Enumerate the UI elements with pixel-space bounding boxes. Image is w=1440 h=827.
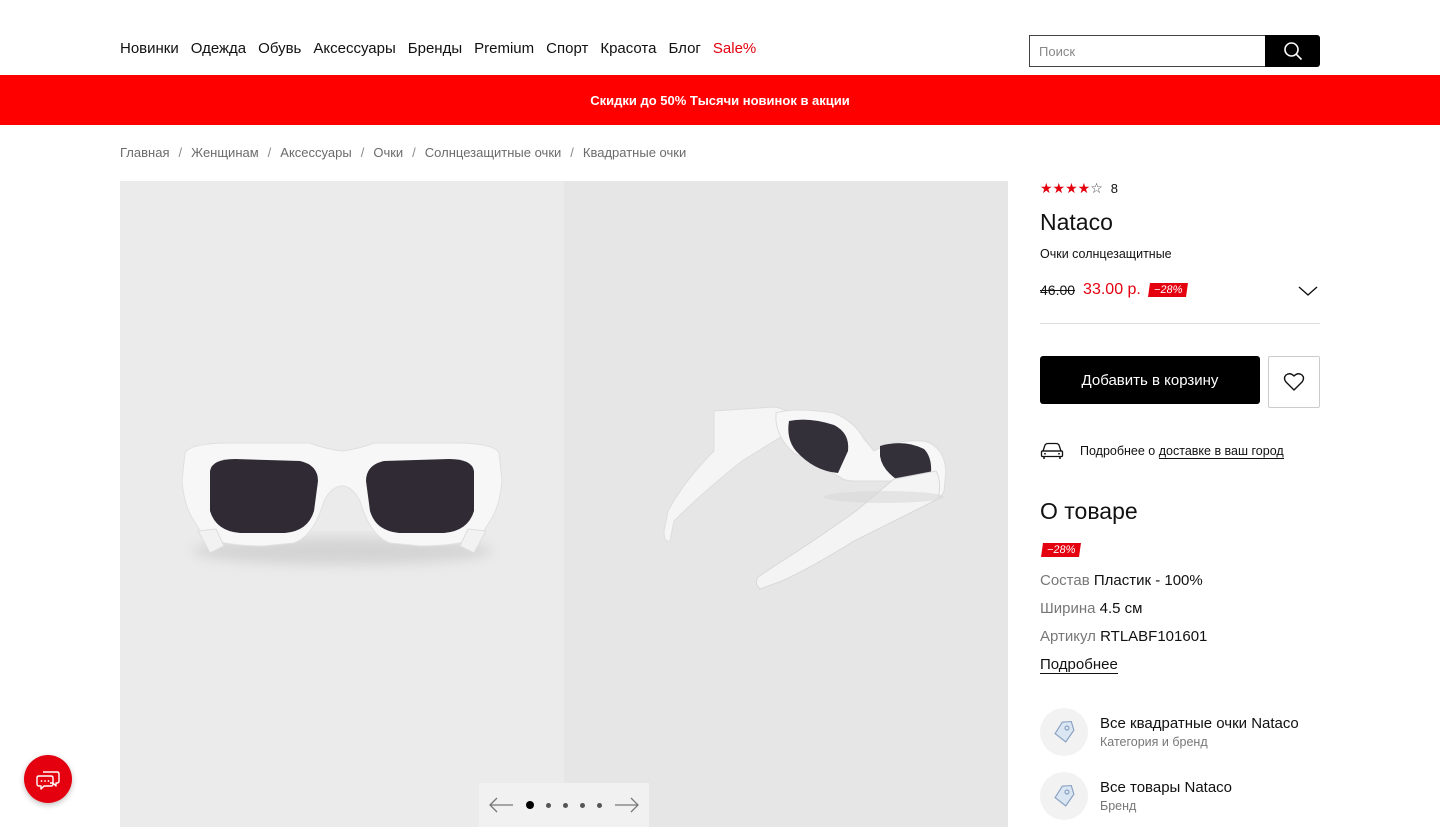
add-to-cart-button[interactable]: Добавить в корзину (1040, 356, 1260, 404)
breadcrumb-separator: / (412, 145, 416, 160)
delivery-info: Подробнее о доставке в ваш город (1040, 442, 1284, 460)
main-nav: Новинки Одежда Обувь Аксессуары Бренды P… (120, 40, 756, 57)
breadcrumb: Главная / Женщинам / Аксессуары / Очки /… (120, 145, 686, 160)
attribute-width: Ширина 4.5 см (1040, 600, 1143, 617)
nav-item-sport[interactable]: Спорт (546, 40, 588, 57)
chat-button[interactable] (24, 755, 72, 803)
discount-badge: −28% (1147, 283, 1189, 297)
nav-item-brands[interactable]: Бренды (408, 40, 462, 57)
delivery-link[interactable]: доставке в ваш город (1158, 444, 1284, 459)
nav-item-blog[interactable]: Блог (668, 40, 700, 57)
delivery-text: Подробнее о доставке в ваш город (1080, 444, 1284, 459)
chat-icon (36, 771, 60, 790)
gallery-dot[interactable] (580, 802, 585, 808)
arrow-left-icon (489, 797, 513, 813)
breadcrumb-separator: / (570, 145, 574, 160)
product-photo-front[interactable] (120, 181, 564, 827)
related-text: Все товары Nataco Бренд (1100, 779, 1232, 813)
divider (1040, 323, 1320, 324)
product-prices: 46.00 33.00 р. −28% (1040, 281, 1189, 299)
promo-banner[interactable]: Скидки до 50% Тысячи новинок в акции (0, 75, 1440, 125)
gallery-dot[interactable] (546, 802, 551, 808)
attribute-value: Пластик - 100% (1093, 572, 1203, 589)
product-photo-side[interactable] (564, 181, 1008, 827)
breadcrumb-separator: / (360, 145, 365, 160)
attribute-value: RTLABF101601 (1100, 628, 1208, 645)
old-price: 46.00 (1040, 282, 1076, 298)
price-details-toggle[interactable] (1297, 284, 1319, 303)
breadcrumb-separator: / (178, 145, 183, 160)
attribute-value: 4.5 см (1099, 600, 1143, 617)
favorite-button[interactable] (1268, 356, 1320, 408)
nav-item-beauty[interactable]: Красота (600, 40, 656, 57)
about-title: О товаре (1040, 498, 1138, 524)
related-subtitle: Категория и бренд (1100, 735, 1208, 749)
product-rating[interactable]: ★★★★☆ 8 (1040, 180, 1118, 197)
gallery-dot[interactable] (597, 802, 602, 808)
site-header: Новинки Одежда Обувь Аксессуары Бренды P… (0, 0, 1440, 75)
tag-icon (1054, 784, 1075, 807)
tag-icon (1054, 720, 1075, 743)
sunglasses-side-image (663, 406, 947, 590)
product-brand[interactable]: Nataco (1040, 209, 1113, 236)
breadcrumb-glasses[interactable]: Очки (373, 145, 403, 160)
nav-item-clothing[interactable]: Одежда (191, 40, 246, 57)
attribute-key: Состав (1040, 572, 1090, 589)
breadcrumb-separator: / (267, 145, 272, 160)
search-icon (1283, 42, 1302, 61)
attribute-key: Артикул (1040, 628, 1096, 645)
related-title: Все товары Nataco (1100, 779, 1233, 796)
gallery-dot[interactable] (563, 802, 568, 808)
breadcrumb-accessories[interactable]: Аксессуары (280, 145, 351, 160)
more-details-link[interactable]: Подробнее (1040, 656, 1118, 674)
related-subtitle: Бренд (1100, 799, 1137, 813)
search-button[interactable] (1265, 35, 1320, 67)
attribute-key: Ширина (1040, 600, 1096, 617)
rating-count: 8 (1110, 181, 1118, 196)
rating-stars: ★★★★☆ (1040, 180, 1103, 196)
related-link-brand[interactable]: Все товары Nataco Бренд (1040, 772, 1232, 820)
related-link-category-brand[interactable]: Все квадратные очки Nataco Категория и б… (1040, 708, 1299, 756)
car-icon (1040, 442, 1064, 459)
breadcrumb-square-glasses[interactable]: Квадратные очки (583, 145, 686, 160)
attribute-composition: Состав Пластик - 100% (1040, 572, 1203, 589)
gallery-dot[interactable] (526, 801, 534, 809)
product-subtitle: Очки солнцезащитные (1040, 247, 1172, 261)
breadcrumb-home[interactable]: Главная (120, 145, 169, 160)
related-text: Все квадратные очки Nataco Категория и б… (1100, 715, 1299, 749)
about-discount: −28% (1041, 540, 1082, 558)
arrow-right-icon (615, 797, 639, 813)
nav-item-accessories[interactable]: Аксессуары (313, 40, 395, 57)
tag-icon-wrapper (1040, 708, 1088, 756)
nav-item-new[interactable]: Новинки (120, 40, 179, 57)
nav-item-sale[interactable]: Sale% (713, 40, 756, 57)
promo-text: Скидки до 50% Тысячи новинок в акции (590, 92, 850, 108)
nav-item-shoes[interactable]: Обувь (258, 40, 301, 57)
search-input[interactable] (1029, 35, 1265, 67)
delivery-prefix: Подробнее о (1080, 444, 1159, 458)
new-price: 33.00 р. (1083, 281, 1141, 298)
search-bar (1029, 35, 1320, 67)
gallery-prev-button[interactable] (488, 797, 514, 813)
attribute-sku: Артикул RTLABF101601 (1040, 628, 1207, 645)
breadcrumb-women[interactable]: Женщинам (191, 145, 259, 160)
sunglasses-front-image (181, 442, 503, 565)
gallery-next-button[interactable] (614, 797, 640, 813)
breadcrumb-sunglasses[interactable]: Солнцезащитные очки (425, 145, 561, 160)
related-title: Все квадратные очки Nataco (1100, 715, 1299, 732)
tag-icon-wrapper (1040, 772, 1088, 820)
product-gallery (120, 181, 1008, 827)
discount-badge: −28% (1041, 543, 1082, 557)
chevron-down-icon (1298, 286, 1318, 296)
heart-icon (1283, 373, 1305, 391)
nav-item-premium[interactable]: Premium (474, 40, 534, 57)
gallery-pager (479, 783, 649, 827)
